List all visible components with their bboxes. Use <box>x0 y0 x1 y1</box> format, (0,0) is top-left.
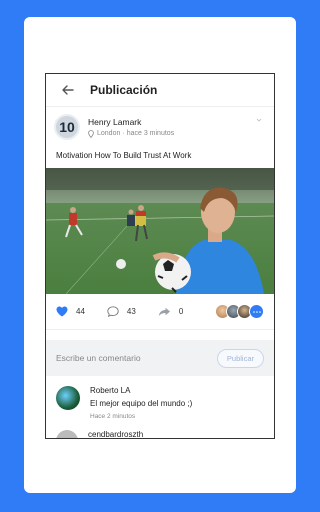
comment-bubble-icon <box>107 306 119 317</box>
avatar[interactable] <box>56 430 78 438</box>
comment-item: cendbardroszth <box>46 420 274 438</box>
post-location: London <box>97 130 121 137</box>
like-button[interactable]: 44 <box>56 306 85 317</box>
more-options-icon[interactable] <box>256 117 262 124</box>
post-screen: Publicación 10 Henry Lamark London · hac… <box>45 73 275 439</box>
avatar[interactable]: 10 <box>54 114 80 140</box>
share-button[interactable]: 0 <box>158 307 183 317</box>
comment-input[interactable] <box>56 353 217 363</box>
commenter-name[interactable]: cendbardroszth <box>88 430 143 438</box>
commenter-name[interactable]: Roberto LA <box>90 386 192 395</box>
like-count: 44 <box>76 307 85 316</box>
post-image[interactable] <box>46 168 275 294</box>
more-reactors-icon[interactable] <box>249 304 264 319</box>
comment-button[interactable]: 43 <box>107 306 136 317</box>
arrow-left-icon <box>62 85 74 95</box>
page-title: Publicación <box>90 83 158 97</box>
comment-time: Hace 2 minutos <box>90 413 136 420</box>
meta-separator: · <box>122 130 125 137</box>
post-time: hace 3 minutos <box>126 130 175 137</box>
comment-item: Roberto LA El mejor equipo del mundo ;) … <box>46 376 274 420</box>
publish-button[interactable]: Publicar <box>216 348 264 368</box>
comment-composer: Publicar <box>46 340 274 376</box>
post-caption: Motivation How To Build Trust At Work <box>56 151 192 160</box>
post-author-row: 10 Henry Lamark London · hace 3 minutos <box>46 107 274 147</box>
back-button[interactable] <box>46 85 90 95</box>
top-bar: Publicación <box>46 74 274 107</box>
post-meta: London · hace 3 minutos <box>88 129 175 138</box>
heart-icon <box>56 306 68 317</box>
location-pin-icon <box>88 129 94 138</box>
comment-count: 43 <box>126 307 136 316</box>
reactors-facepile[interactable] <box>215 304 264 319</box>
avatar[interactable] <box>56 386 80 410</box>
share-arrow-icon <box>158 307 170 316</box>
post-stats-bar: 44 43 0 <box>46 294 274 330</box>
author-name[interactable]: Henry Lamark <box>88 117 174 127</box>
comment-text: El mejor equipo del mundo ;) <box>90 399 193 408</box>
share-count: 0 <box>178 307 184 316</box>
